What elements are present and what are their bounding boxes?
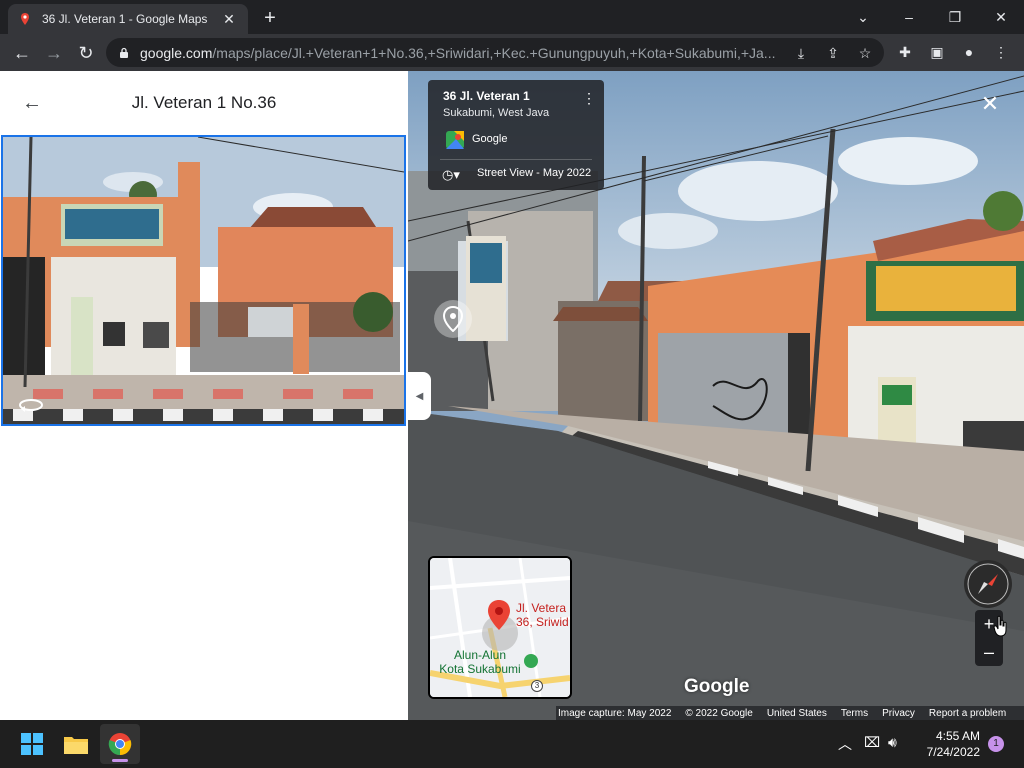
sv-address: 36 Jl. Veteran 1 (443, 89, 530, 103)
minimap-poi-label-1: Alun-Alun (453, 648, 507, 662)
volume-icon[interactable]: 🔊︎ (888, 734, 897, 751)
minimap-poi-label-2: Kota Sukabumi (439, 662, 521, 676)
menu-icon[interactable]: ⋮ (992, 43, 1010, 61)
minimize-icon[interactable]: – (886, 0, 932, 34)
taskbar: ︿ ⌧ 🔊︎ 4:55 AM 7/24/2022 (0, 720, 1024, 768)
footer-privacy[interactable]: Privacy (882, 708, 915, 719)
close-street-view-icon[interactable]: ✕ (978, 91, 1002, 116)
maps-favicon (21, 13, 29, 25)
notification-badge[interactable]: 1 (988, 736, 1004, 752)
close-tab-icon[interactable]: ✕ (220, 10, 238, 28)
thumbnail-image (3, 137, 404, 424)
street-view-info-card: 36 Jl. Veteran 1 Sukabumi, West Java ⋮ G… (428, 80, 604, 190)
minimap[interactable]: Jl. Vetera 36, Sriwid Alun-Alun Kota Suk… (428, 556, 572, 699)
footer-region[interactable]: United States (767, 708, 827, 719)
sv-provider: Google (472, 133, 508, 145)
forward-icon[interactable]: → (40, 39, 68, 67)
street-view-thumbnail[interactable] (1, 135, 406, 426)
footer-copyright: © 2022 Google (685, 707, 753, 719)
address-bar[interactable]: google.com/maps/place/Jl.+Veteran+1+No.3… (106, 38, 884, 67)
reload-icon[interactable]: ↻ (72, 39, 100, 67)
minimap-road-shield: 3 (531, 680, 543, 692)
minimap-place-label-2: 36, Sriwid (516, 615, 569, 629)
collapse-panel-button[interactable]: ◀ (408, 372, 431, 420)
google-maps-logo-icon (446, 131, 464, 149)
close-window-icon[interactable]: ✕ (978, 0, 1024, 34)
install-icon[interactable]: ⤓ (792, 44, 810, 62)
url-host: google.com (140, 44, 213, 61)
chevron-left-icon: ◀ (415, 390, 424, 402)
active-app-indicator (112, 759, 128, 762)
taskbar-clock[interactable]: 4:55 AM 7/24/2022 (906, 728, 980, 760)
place-marker-icon[interactable] (434, 300, 472, 338)
url-path: /maps/place/Jl.+Veteran+1+No.36,+Sriwida… (212, 44, 776, 61)
back-icon[interactable]: ← (8, 39, 36, 67)
star-icon[interactable]: ☆ (856, 44, 874, 62)
chrome-button[interactable] (100, 724, 140, 764)
panel-title: Jl. Veteran 1 No.36 (131, 93, 277, 112)
sv-capture-date[interactable]: Street View - May 2022 (477, 167, 591, 179)
clock-time: 4:55 AM (935, 729, 980, 743)
tab-strip: 36 Jl. Veteran 1 - Google Maps ✕ + ⌄ – ❐… (0, 0, 1024, 34)
file-explorer-button[interactable] (56, 724, 96, 764)
footer-terms[interactable]: Terms (841, 708, 868, 719)
map-footer: Image capture: May 2022 © 2022 Google Un… (556, 706, 1024, 720)
zoom-out-button[interactable]: – (975, 638, 1003, 666)
compass-icon[interactable] (964, 560, 1012, 608)
folder-icon (64, 737, 88, 754)
clock-date: 7/24/2022 (926, 745, 980, 759)
time-travel-icon[interactable]: ◷▾ (442, 167, 460, 183)
compass-needle-icon (967, 563, 1009, 605)
tab-search-icon[interactable]: ⌄ (840, 0, 886, 34)
windows-logo-icon (21, 733, 43, 755)
profile-icon[interactable]: ● (960, 43, 978, 61)
rotate-360-icon[interactable] (17, 397, 45, 413)
location-pin-icon (442, 306, 464, 332)
sidebar-icon[interactable]: ▣ (928, 43, 946, 61)
new-tab-icon[interactable]: + (258, 6, 282, 30)
chrome-icon (108, 733, 132, 756)
tray-overflow-icon[interactable]: ︿ (838, 734, 852, 754)
google-watermark: Google (684, 676, 750, 697)
url-text: google.com/maps/place/Jl.+Veteran+1+No.3… (140, 45, 780, 61)
hand-cursor-icon (993, 615, 1007, 637)
restore-icon[interactable]: ❐ (932, 0, 978, 34)
share-icon[interactable]: ⇪ (824, 44, 842, 62)
more-options-icon[interactable]: ⋮ (582, 90, 596, 107)
sv-locality: Sukabumi, West Java (443, 107, 550, 119)
start-button[interactable] (12, 724, 52, 764)
place-panel: ← Jl. Veteran 1 No.36 (0, 71, 408, 720)
lock-icon (120, 47, 128, 58)
footer-report[interactable]: Report a problem (929, 708, 1006, 719)
footer-capture: Image capture: May 2022 (558, 707, 672, 719)
network-icon[interactable]: ⌧ (864, 734, 880, 751)
tab-title: 36 Jl. Veteran 1 - Google Maps (42, 12, 208, 26)
browser-toolbar: ← → ↻ google.com/maps/place/Jl.+Veteran+… (0, 34, 1024, 71)
minimap-place-label-1: Jl. Vetera (516, 601, 567, 615)
tab-google-maps[interactable]: 36 Jl. Veteran 1 - Google Maps ✕ (8, 4, 248, 34)
card-divider (440, 159, 592, 160)
extensions-icon[interactable]: ✚ (896, 43, 914, 61)
